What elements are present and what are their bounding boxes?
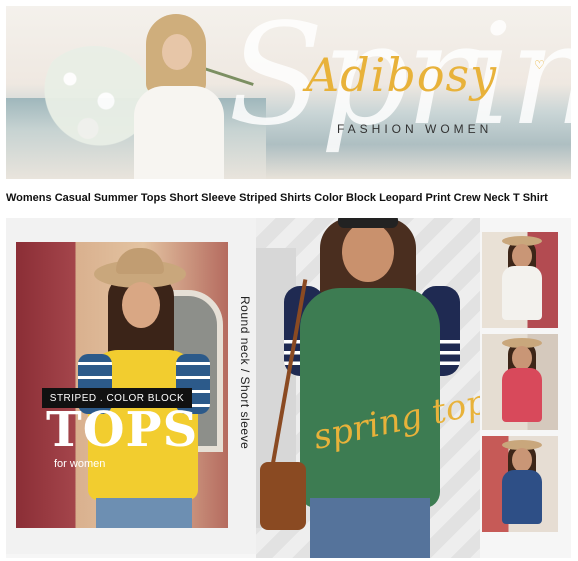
model-face — [512, 346, 532, 370]
tee-swatch — [502, 266, 542, 320]
jeans — [96, 498, 192, 528]
left-product-panel: STRIPED . COLOR BLOCK TOPS for women Rou… — [6, 218, 256, 554]
collage-headline: TOPS — [46, 402, 199, 458]
heart-icon: ♡ — [534, 58, 545, 72]
hat-crown — [116, 248, 164, 274]
model-dress — [134, 86, 224, 179]
green-tee-photo: spring tops — [256, 218, 480, 558]
thumbnail-red-navy-tee[interactable] — [482, 334, 558, 430]
model-face — [122, 282, 160, 328]
ripped-jeans — [310, 498, 430, 558]
color-thumbnails — [482, 232, 558, 552]
vertical-feature-text: Round neck / Short sleeve — [238, 296, 252, 450]
model-face — [512, 448, 532, 472]
brand-subtitle: FASHION WOMEN — [337, 122, 493, 136]
thumbnail-white-navy-tee[interactable] — [482, 232, 558, 328]
model-face — [162, 34, 192, 70]
model-face — [512, 244, 532, 268]
product-collage: STRIPED . COLOR BLOCK TOPS for women Rou… — [6, 218, 571, 558]
sunglasses — [338, 218, 398, 228]
product-title: Womens Casual Summer Tops Short Sleeve S… — [6, 192, 548, 204]
brand-banner: Spring Adibosy ♡ FASHION WOMEN — [6, 6, 571, 179]
model-face — [342, 222, 394, 282]
tee-swatch — [502, 470, 542, 524]
brand-logo: Adibosy — [306, 48, 498, 102]
tee-swatch — [502, 368, 542, 422]
leather-bag — [260, 462, 306, 530]
thumbnail-navy-white-tee[interactable] — [482, 436, 558, 532]
yellow-tee-photo — [16, 242, 228, 528]
collage-headline-sub: for women — [54, 458, 106, 470]
